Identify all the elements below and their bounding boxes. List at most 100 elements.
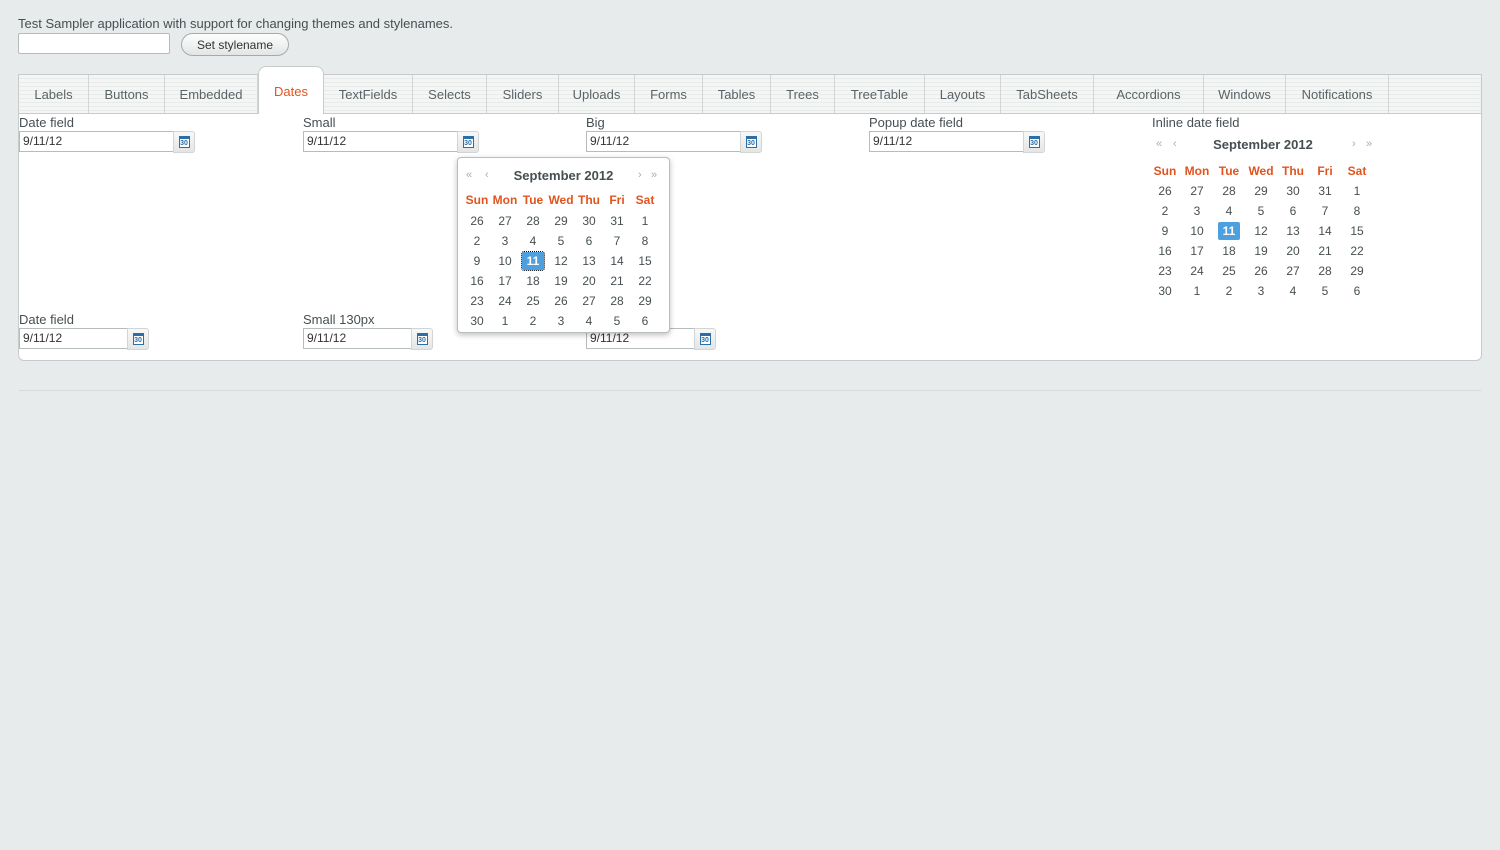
calendar-day[interactable]: 23 xyxy=(1150,264,1180,278)
calendar-day[interactable]: 4 xyxy=(520,234,546,248)
stylename-input[interactable] xyxy=(18,33,170,54)
tab-forms[interactable]: Forms xyxy=(635,75,703,113)
calendar-day[interactable]: 6 xyxy=(1278,204,1308,218)
calendar-day[interactable]: 1 xyxy=(1182,284,1212,298)
calendar-day[interactable]: 12 xyxy=(1246,224,1276,238)
calendar-day[interactable]: 20 xyxy=(1278,244,1308,258)
calendar-day[interactable]: 27 xyxy=(1278,264,1308,278)
calendar-day[interactable]: 31 xyxy=(1310,184,1340,198)
tab-tables[interactable]: Tables xyxy=(703,75,771,113)
calendar-day[interactable]: 28 xyxy=(520,214,546,228)
tab-dates[interactable]: Dates xyxy=(258,66,324,114)
calendar-day[interactable]: 17 xyxy=(492,274,518,288)
calendar-day[interactable]: 25 xyxy=(1214,264,1244,278)
calendar-day[interactable]: 22 xyxy=(632,274,658,288)
calendar-day[interactable]: 24 xyxy=(1182,264,1212,278)
next-year-icon[interactable]: » xyxy=(1366,138,1372,150)
big-calendar-button[interactable]: 30 xyxy=(740,131,762,153)
tab-notifications[interactable]: Notifications xyxy=(1286,75,1389,113)
calendar-day[interactable]: 2 xyxy=(464,234,490,248)
tab-sliders[interactable]: Sliders xyxy=(487,75,559,113)
calendar-day[interactable]: 29 xyxy=(632,294,658,308)
calendar-day[interactable]: 5 xyxy=(604,314,630,328)
small-130-calendar-button[interactable]: 30 xyxy=(411,328,433,350)
calendar-day[interactable]: 3 xyxy=(1246,284,1276,298)
calendar-day[interactable]: 8 xyxy=(632,234,658,248)
tab-layouts[interactable]: Layouts xyxy=(925,75,1001,113)
calendar-day[interactable]: 8 xyxy=(1342,204,1372,218)
calendar-day[interactable]: 14 xyxy=(1310,224,1340,238)
calendar-day[interactable]: 13 xyxy=(1278,224,1308,238)
calendar-day[interactable]: 21 xyxy=(1310,244,1340,258)
tab-buttons[interactable]: Buttons xyxy=(89,75,165,113)
calendar-day[interactable]: 19 xyxy=(548,274,574,288)
calendar-day[interactable]: 6 xyxy=(1342,284,1372,298)
third-calendar-button[interactable]: 30 xyxy=(694,328,716,350)
big-date-input[interactable]: 9/11/12 xyxy=(586,131,741,152)
date-field-input[interactable]: 9/11/12 xyxy=(19,131,174,152)
calendar-day[interactable]: 15 xyxy=(1342,224,1372,238)
calendar-day[interactable]: 26 xyxy=(548,294,574,308)
calendar-day[interactable]: 3 xyxy=(548,314,574,328)
tab-tabsheets[interactable]: TabSheets xyxy=(1001,75,1094,113)
calendar-day[interactable]: 27 xyxy=(1182,184,1212,198)
calendar-day[interactable]: 18 xyxy=(1214,244,1244,258)
calendar-day[interactable]: 7 xyxy=(604,234,630,248)
next-month-icon[interactable]: › xyxy=(638,169,641,181)
calendar-day[interactable]: 27 xyxy=(492,214,518,228)
tab-textfields[interactable]: TextFields xyxy=(324,75,413,113)
calendar-day[interactable]: 5 xyxy=(548,234,574,248)
tab-uploads[interactable]: Uploads xyxy=(559,75,635,113)
calendar-day[interactable]: 6 xyxy=(576,234,602,248)
next-year-icon[interactable]: » xyxy=(651,169,657,181)
calendar-day[interactable]: 1 xyxy=(1342,184,1372,198)
calendar-day[interactable]: 30 xyxy=(576,214,602,228)
calendar-day[interactable]: 26 xyxy=(464,214,490,228)
small-130-input[interactable]: 9/11/12 xyxy=(303,328,412,349)
calendar-day[interactable]: 29 xyxy=(1246,184,1276,198)
date-field-calendar-button[interactable]: 30 xyxy=(173,131,195,153)
calendar-day[interactable]: 10 xyxy=(1182,224,1212,238)
calendar-day[interactable]: 2 xyxy=(1150,204,1180,218)
calendar-day[interactable]: 4 xyxy=(1214,204,1244,218)
calendar-day[interactable]: 10 xyxy=(492,254,518,268)
next-month-icon[interactable]: › xyxy=(1352,138,1355,150)
calendar-day[interactable]: 29 xyxy=(548,214,574,228)
calendar-day[interactable]: 9 xyxy=(1150,224,1180,238)
calendar-day[interactable]: 17 xyxy=(1182,244,1212,258)
calendar-day[interactable]: 28 xyxy=(1214,184,1244,198)
calendar-day[interactable]: 1 xyxy=(492,314,518,328)
calendar-day[interactable]: 26 xyxy=(1150,184,1180,198)
calendar-day[interactable]: 28 xyxy=(604,294,630,308)
date-field-2-calendar-button[interactable]: 30 xyxy=(127,328,149,350)
tab-labels[interactable]: Labels xyxy=(19,75,89,113)
calendar-day[interactable]: 12 xyxy=(548,254,574,268)
calendar-day-selected[interactable]: 11 xyxy=(1218,222,1240,240)
calendar-day[interactable]: 16 xyxy=(464,274,490,288)
small-date-input[interactable]: 9/11/12 xyxy=(303,131,458,152)
calendar-day[interactable]: 25 xyxy=(520,294,546,308)
popup-date-input[interactable]: 9/11/12 xyxy=(869,131,1024,152)
tab-selects[interactable]: Selects xyxy=(413,75,487,113)
calendar-day[interactable]: 30 xyxy=(1278,184,1308,198)
calendar-day[interactable]: 2 xyxy=(1214,284,1244,298)
tab-treetable[interactable]: TreeTable xyxy=(835,75,925,113)
tab-accordions[interactable]: Accordions xyxy=(1094,75,1204,113)
calendar-day[interactable]: 4 xyxy=(1278,284,1308,298)
calendar-day[interactable]: 21 xyxy=(604,274,630,288)
calendar-day[interactable]: 30 xyxy=(1150,284,1180,298)
calendar-day[interactable]: 9 xyxy=(464,254,490,268)
calendar-day[interactable]: 30 xyxy=(464,314,490,328)
set-stylename-button[interactable]: Set stylename xyxy=(181,33,289,56)
tab-embedded[interactable]: Embedded xyxy=(165,75,258,113)
calendar-day[interactable]: 5 xyxy=(1310,284,1340,298)
calendar-day[interactable]: 27 xyxy=(576,294,602,308)
calendar-day[interactable]: 16 xyxy=(1150,244,1180,258)
calendar-day[interactable]: 3 xyxy=(1182,204,1212,218)
calendar-day[interactable]: 31 xyxy=(604,214,630,228)
calendar-day[interactable]: 5 xyxy=(1246,204,1276,218)
tab-trees[interactable]: Trees xyxy=(771,75,835,113)
calendar-day[interactable]: 1 xyxy=(632,214,658,228)
calendar-day[interactable]: 29 xyxy=(1342,264,1372,278)
calendar-day[interactable]: 28 xyxy=(1310,264,1340,278)
